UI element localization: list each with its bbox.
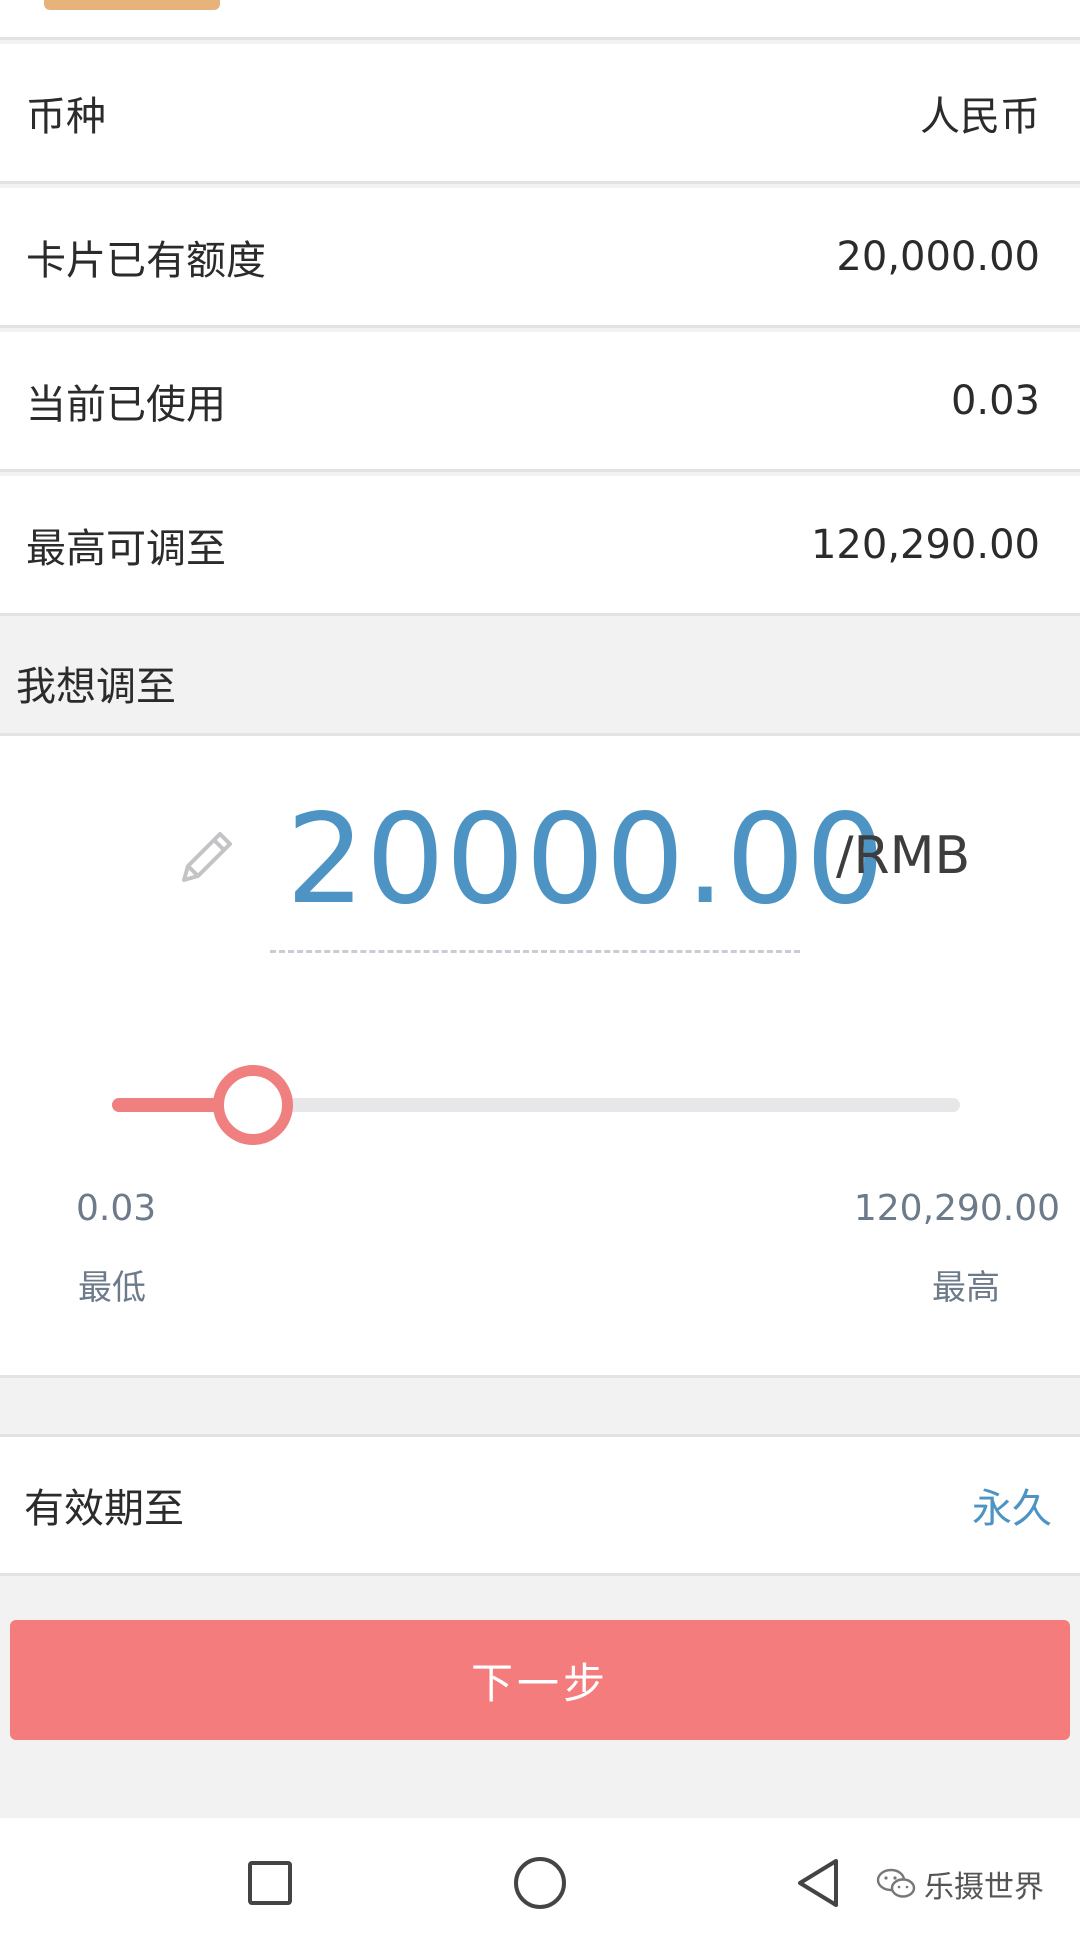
currency-unit: /RMB (836, 826, 971, 886)
existing-limit-label: 卡片已有额度 (26, 237, 266, 284)
watermark: 乐摄世界 (876, 1862, 1044, 1906)
limit-slider-track[interactable] (112, 1065, 960, 1145)
wechat-icon (876, 1868, 916, 1898)
circle-icon (514, 1857, 566, 1909)
slider-max-value: 120,290.00 (853, 1188, 1060, 1229)
row-existing-limit: 卡片已有额度 20,000.00 (0, 188, 1080, 328)
nav-back-button[interactable] (785, 1848, 855, 1918)
adjust-section-title: 我想调至 (0, 632, 1080, 736)
credit-limit-adjust-screen: 币种 人民币 卡片已有额度 20,000.00 当前已使用 0.03 最高可调至… (0, 0, 1080, 1944)
currency-value: 人民币 (920, 93, 1040, 140)
currency-label: 币种 (26, 93, 106, 140)
validity-label: 有效期至 (24, 1486, 184, 1532)
row-max-adjustable: 最高可调至 120,290.00 (0, 476, 1080, 616)
limit-slider-handle[interactable] (212, 1065, 293, 1145)
nav-recent-apps-button[interactable] (235, 1848, 305, 1918)
amount-input[interactable]: 20000.00 (286, 788, 886, 932)
square-icon (248, 1861, 292, 1905)
pencil-icon[interactable] (170, 822, 242, 894)
amount-underline (270, 950, 800, 953)
row-currency: 币种 人民币 (0, 44, 1080, 184)
watermark-text: 乐摄世界 (924, 1870, 1044, 1905)
max-adjustable-label: 最高可调至 (26, 525, 226, 572)
current-used-label: 当前已使用 (26, 381, 226, 428)
slider-min-label: 最低 (78, 1268, 146, 1308)
card-thumbnail (44, 0, 220, 10)
current-used-value: 0.03 (950, 377, 1040, 424)
slider-max-label: 最高 (932, 1268, 1000, 1308)
row-current-used: 当前已使用 0.03 (0, 332, 1080, 472)
max-adjustable-value: 120,290.00 (810, 521, 1040, 568)
slider-min-value: 0.03 (76, 1188, 157, 1229)
top-card-area (0, 0, 1080, 40)
row-validity[interactable]: 有效期至 永久 (0, 1434, 1080, 1576)
existing-limit-value: 20,000.00 (836, 233, 1040, 280)
adjust-panel: 20000.00 /RMB 0.03 120,290.00 最低 最高 (0, 736, 1080, 1378)
next-step-button[interactable]: 下一步 (10, 1620, 1070, 1740)
validity-value[interactable]: 永久 (972, 1476, 1052, 1534)
triangle-back-icon (798, 1859, 838, 1907)
nav-home-button[interactable] (505, 1848, 575, 1918)
